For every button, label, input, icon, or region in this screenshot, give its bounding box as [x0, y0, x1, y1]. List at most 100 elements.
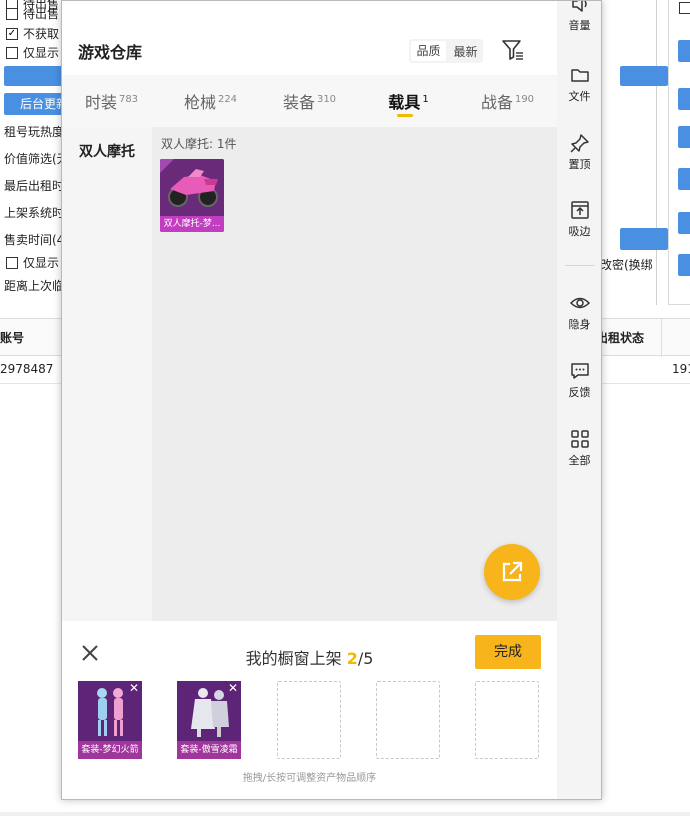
bg-checkbox-row-4[interactable]: 仅显示 — [0, 253, 59, 273]
bg-blue-button[interactable] — [678, 254, 690, 276]
item-grid: 双人摩托: 1件 双人摩托-梦... — [152, 127, 557, 621]
tab-label: 装备 — [282, 93, 315, 112]
shelf-slot-4-empty[interactable] — [376, 681, 440, 759]
eye-icon — [569, 297, 590, 309]
bg-checkbox-label: 待出售 — [23, 7, 60, 21]
bg-label: 上架系统时 — [4, 206, 65, 220]
tab-fashion[interactable]: 时装 783 — [62, 75, 161, 127]
bg-blue-button[interactable] — [678, 212, 690, 234]
tab-label: 战备 — [480, 93, 513, 112]
bg-column-divider — [661, 319, 662, 357]
pin-icon — [569, 134, 589, 153]
bg-checkbox-label: 仅显示 — [23, 46, 60, 60]
category-tabs: 时装 783 枪械 224 装备 310 载具 1 战备 190 — [62, 75, 557, 127]
tab-count: 190 — [514, 94, 535, 105]
share-fab-button[interactable] — [484, 544, 540, 600]
toolbar-dock-edge[interactable]: 吸边 — [557, 199, 601, 249]
item-name: 双人摩托-梦... — [160, 216, 224, 232]
remove-icon[interactable]: ✕ — [128, 682, 140, 694]
bg-blue-button[interactable] — [620, 66, 668, 86]
shelf-slot-5-empty[interactable] — [475, 681, 539, 759]
sort-option-quality[interactable]: 品质 — [411, 41, 446, 61]
floating-toolbar: 音量 文件 置顶 吸边 隐身 反馈 全部 — [557, 1, 601, 799]
toolbar-feedback[interactable]: 反馈 — [557, 360, 601, 410]
feedback-icon — [570, 363, 589, 379]
bg-checkbox-checked[interactable]: ✓ — [6, 28, 18, 40]
done-button[interactable]: 完成 — [475, 635, 541, 669]
tab-label: 载具 — [388, 93, 421, 112]
bg-column-rent-status: 出租状态 — [596, 331, 645, 345]
page-title: 游戏仓库 — [78, 43, 143, 62]
sort-option-newest[interactable]: 最新 — [448, 43, 483, 60]
shelf-slot-1[interactable]: 套装-梦幻火箭 ✕ — [78, 681, 142, 759]
tab-vehicles[interactable]: 载具 1 — [359, 75, 458, 127]
tab-count: 224 — [217, 94, 238, 105]
toolbar-file[interactable]: 文件 — [557, 64, 601, 114]
tab-firearms[interactable]: 枪械 224 — [161, 75, 260, 127]
toolbar-volume[interactable]: 音量 — [557, 1, 601, 43]
shelf-count-current: 2 — [346, 649, 358, 668]
filter-icon[interactable] — [500, 37, 526, 63]
bg-blue-button[interactable] — [678, 168, 690, 190]
shelf-item-name: 套装-梦幻火箭 — [78, 741, 142, 759]
bg-checkbox[interactable] — [679, 2, 690, 14]
bg-blue-button[interactable] — [620, 228, 668, 250]
subcategory-item-two-person-motorcycle[interactable]: 双人摩托 — [62, 135, 152, 169]
toolbar-stealth[interactable]: 隐身 — [557, 292, 601, 342]
toolbar-label: 全部 — [568, 454, 591, 467]
item-card[interactable]: 双人摩托-梦... — [160, 159, 224, 232]
tab-label: 时装 — [84, 93, 117, 112]
shelf-hint: 拖拽/长按可调整资产物品顺序 — [242, 773, 377, 784]
bg-checkbox-label: 仅显示 — [23, 256, 60, 270]
bg-checkbox-row-2[interactable]: ✓ 不获取 — [0, 24, 59, 44]
toolbar-label: 音量 — [568, 19, 591, 32]
bg-label: 距离上次临 — [4, 279, 65, 293]
bg-checkbox-label: 不获取 — [23, 27, 60, 41]
bg-label: 价值筛选(无 — [4, 152, 69, 166]
toolbar-all[interactable]: 全部 — [557, 428, 601, 478]
shelf-slot-2[interactable]: 套装-傲雪凌霜 ✕ — [177, 681, 241, 759]
folder-icon — [570, 69, 589, 82]
remove-icon[interactable]: ✕ — [227, 682, 239, 694]
toolbar-label: 反馈 — [568, 386, 591, 399]
bg-checkbox-row-3[interactable]: 仅显示 — [0, 43, 59, 63]
item-count-label: 双人摩托: 1件 — [161, 137, 237, 151]
showcase-shelf-panel: 我的橱窗上架 2/5 完成 套装-梦幻火箭 ✕ 套装-傲雪凌霜 ✕ 拖拽/长按可… — [62, 621, 557, 799]
bg-status-strip — [0, 812, 690, 816]
grid-icon — [570, 430, 589, 448]
subcategory-sidebar: 双人摩托 — [62, 127, 152, 621]
background-left-panel: 待出售 待出售 ✓ 不获取 仅显示 后台更新 租号玩热度 价值筛选(无 最后出租… — [0, 0, 74, 320]
sort-segmented-control[interactable]: 品质 最新 — [409, 39, 483, 63]
warehouse-header: 游戏仓库 品质 最新 — [62, 31, 557, 71]
bg-cell-value: 191 — [672, 362, 690, 376]
bg-blue-button[interactable] — [678, 40, 690, 62]
volume-icon — [571, 1, 587, 12]
game-warehouse-window: 游戏仓库 品质 最新 时装 783 枪械 224 装备 310 载具 1 战备 … — [61, 0, 602, 800]
tab-count: 1 — [422, 94, 429, 105]
bg-blue-button[interactable] — [678, 88, 690, 110]
tab-battle-gear[interactable]: 战备 190 — [458, 75, 557, 127]
toolbar-label: 文件 — [568, 90, 591, 103]
bg-label: 售卖时间(4 — [4, 233, 65, 247]
toolbar-label: 隐身 — [568, 318, 591, 331]
bg-checkbox[interactable] — [6, 257, 18, 269]
shelf-title-text: 我的橱窗上架 — [245, 649, 347, 668]
bg-blue-button[interactable] — [678, 126, 690, 148]
external-link-icon — [502, 561, 523, 582]
bg-label: 租号玩热度 — [4, 125, 65, 139]
toolbar-divider — [565, 265, 594, 266]
bg-checkbox[interactable] — [6, 47, 18, 59]
shelf-count-total: /5 — [357, 649, 374, 668]
tab-equipment[interactable]: 装备 310 — [260, 75, 359, 127]
dock-edge-icon — [570, 201, 589, 219]
toolbar-pin[interactable]: 置顶 — [557, 132, 601, 182]
tab-count: 783 — [118, 94, 139, 105]
toolbar-label: 置顶 — [568, 158, 591, 171]
shelf-slot-3-empty[interactable] — [277, 681, 341, 759]
shelf-item-name: 套装-傲雪凌霜 — [177, 741, 241, 759]
bg-checkbox[interactable] — [6, 8, 18, 20]
motorcycle-image — [160, 159, 224, 216]
bg-checkbox-row-1[interactable]: 待出售 — [0, 4, 59, 24]
bg-column-account: 账号 — [0, 331, 25, 345]
warehouse-main: 游戏仓库 品质 最新 时装 783 枪械 224 装备 310 载具 1 战备 … — [62, 1, 557, 799]
